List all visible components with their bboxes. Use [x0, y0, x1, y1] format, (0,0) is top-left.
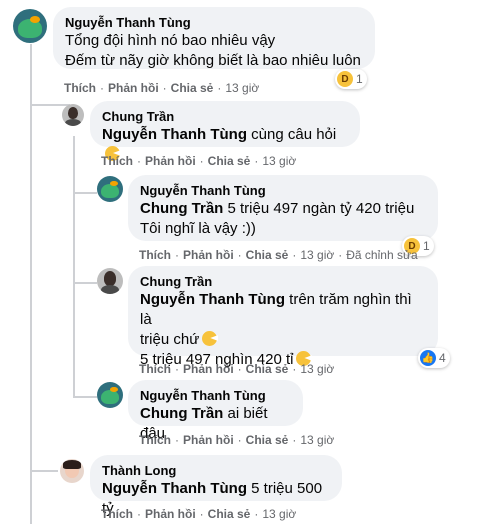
- share-button[interactable]: Chia sẻ: [246, 433, 289, 447]
- timestamp[interactable]: 13 giờ: [262, 154, 296, 168]
- comment-text: Tôi nghĩ là vậy :)): [140, 220, 256, 237]
- reaction-count: 1: [356, 72, 363, 86]
- avatar[interactable]: [13, 9, 47, 43]
- share-button[interactable]: Chia sẻ: [208, 154, 251, 168]
- timestamp[interactable]: 13 giờ: [262, 507, 296, 521]
- reaction-count: 1: [423, 239, 430, 253]
- like-button[interactable]: Thích: [64, 81, 96, 95]
- share-button[interactable]: Chia sẻ: [171, 81, 214, 95]
- like-button[interactable]: Thích: [101, 507, 133, 521]
- reply-button[interactable]: Phản hồi: [145, 154, 196, 168]
- like-button[interactable]: Thích: [139, 248, 171, 262]
- pacman-emoji-icon: [202, 331, 218, 346]
- like-button[interactable]: Thích: [139, 362, 171, 376]
- comment-bubble: Nguyễn Thanh Tùng Chung Trần 5 triệu 497…: [128, 175, 438, 241]
- comment-body: triệu chứ: [140, 331, 200, 348]
- comment-bubble: Nguyễn Thanh Tùng Tổng đội hình nó bao n…: [53, 7, 375, 69]
- comment-actions: Thích · Phản hồi · Chia sẻ · 13 giờ: [64, 81, 260, 95]
- thread-line: [73, 282, 97, 284]
- share-button[interactable]: Chia sẻ: [208, 507, 251, 521]
- avatar[interactable]: [62, 104, 84, 126]
- comment-text: triệu chứ: [140, 330, 426, 350]
- comment-actions: Thích · Phản hồi · Chia sẻ · 13 giờ · Đã chỉnh s…: [139, 248, 418, 262]
- avatar[interactable]: [97, 382, 123, 408]
- like-button[interactable]: Thích: [139, 433, 171, 447]
- mention[interactable]: Chung Trần: [140, 200, 223, 217]
- comment-bubble: Chung Trần Nguyễn Thanh Tùng cùng câu hỏ…: [90, 101, 360, 161]
- reply-button[interactable]: Phản hồi: [108, 81, 159, 95]
- comment-author[interactable]: Chung Trần: [140, 274, 426, 290]
- thread-line: [73, 396, 97, 398]
- reaction-badge[interactable]: D 1: [335, 69, 367, 89]
- reaction-count: 4: [439, 351, 446, 365]
- share-button[interactable]: Chia sẻ: [246, 362, 289, 376]
- comment-text: Tổng đội hình nó bao nhiêu vậy: [65, 32, 276, 49]
- avatar[interactable]: [60, 459, 84, 483]
- timestamp[interactable]: 13 giờ: [300, 433, 334, 447]
- share-button[interactable]: Chia sẻ: [246, 248, 289, 262]
- reply-button[interactable]: Phản hồi: [183, 433, 234, 447]
- comment-bubble: Chung Trần Nguyễn Thanh Tùng trên trăm n…: [128, 266, 438, 368]
- edited-label[interactable]: Đã chỉnh sửa: [346, 248, 417, 262]
- comment-actions: Thích · Phản hồi · Chia sẻ · 13 giờ: [101, 154, 297, 168]
- thread-line: [30, 44, 32, 524]
- thread-line: [73, 192, 97, 194]
- comment-body: cùng câu hỏi: [251, 126, 337, 143]
- like-icon: 👍: [420, 350, 436, 366]
- comment-author[interactable]: Thành Long: [102, 463, 330, 479]
- avatar[interactable]: [97, 268, 123, 294]
- timestamp[interactable]: 13 giờ: [225, 81, 259, 95]
- mention[interactable]: Chung Trần: [140, 405, 223, 422]
- comment-actions: Thích · Phản hồi · Chia sẻ · 13 giờ: [101, 507, 297, 521]
- comment-text: Nguyễn Thanh Tùng trên trăm nghìn thì là: [140, 290, 426, 330]
- comment-author[interactable]: Nguyễn Thanh Tùng: [140, 388, 291, 404]
- mention[interactable]: Nguyễn Thanh Tùng: [102, 126, 247, 143]
- mention[interactable]: Nguyễn Thanh Tùng: [140, 291, 285, 308]
- comment-bubble: Nguyễn Thanh Tùng Chung Trần ai biết đâu: [128, 380, 303, 442]
- reply-button[interactable]: Phản hồi: [183, 248, 234, 262]
- thread-line: [30, 104, 70, 106]
- comment-actions: Thích · Phản hồi · Chia sẻ · 13 giờ: [139, 362, 335, 376]
- comment-author[interactable]: Chung Trần: [102, 109, 348, 125]
- timestamp[interactable]: 13 giờ: [300, 362, 334, 376]
- comment-body: 5 triệu 497 ngàn tỷ 420 triệu: [227, 200, 415, 217]
- avatar[interactable]: [97, 176, 123, 202]
- comment-text: Đếm từ nãy giờ không biết là bao nhiêu l…: [65, 52, 361, 69]
- reply-button[interactable]: Phản hồi: [183, 362, 234, 376]
- mention[interactable]: Nguyễn Thanh Tùng: [102, 480, 247, 497]
- comment-text: Chung Trần 5 triệu 497 ngàn tỷ 420 triệu: [140, 199, 426, 219]
- thread-line: [30, 470, 58, 472]
- reply-button[interactable]: Phản hồi: [145, 507, 196, 521]
- comment-bubble: Thành Long Nguyễn Thanh Tùng 5 triệu 500…: [90, 455, 342, 517]
- comment-actions: Thích · Phản hồi · Chia sẻ · 13 giờ: [139, 433, 335, 447]
- thread-line: [73, 136, 75, 398]
- comment-author[interactable]: Nguyễn Thanh Tùng: [140, 183, 426, 199]
- like-button[interactable]: Thích: [101, 154, 133, 168]
- haha-icon: D: [337, 71, 353, 87]
- comment-author[interactable]: Nguyễn Thanh Tùng: [65, 15, 363, 31]
- reaction-badge[interactable]: 👍 4: [418, 348, 450, 368]
- timestamp[interactable]: 13 giờ: [300, 248, 334, 262]
